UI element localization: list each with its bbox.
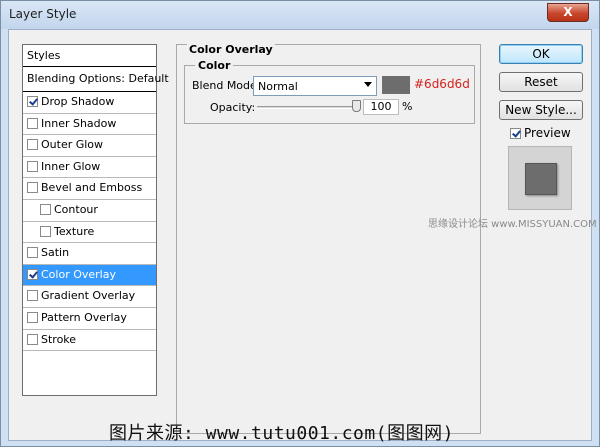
style-item-label: Color Overlay bbox=[41, 267, 116, 281]
opacity-slider-thumb[interactable] bbox=[352, 100, 361, 112]
style-checkbox[interactable] bbox=[27, 247, 38, 259]
style-checkbox[interactable] bbox=[27, 333, 38, 345]
style-item[interactable]: Pattern Overlay bbox=[23, 308, 156, 330]
title-bar[interactable]: Layer Style X bbox=[1, 1, 599, 29]
preview-checkbox-row[interactable]: Preview bbox=[510, 126, 571, 140]
style-checkbox[interactable] bbox=[27, 268, 38, 280]
styles-list: Styles Blending Options: Default Drop Sha… bbox=[22, 44, 169, 396]
style-item[interactable]: Inner Shadow bbox=[23, 114, 156, 136]
style-item-label: Drop Shadow bbox=[41, 95, 115, 108]
new-style-button[interactable]: New Style... bbox=[499, 100, 583, 120]
chevron-down-icon bbox=[364, 82, 372, 87]
style-checkbox[interactable] bbox=[27, 290, 38, 302]
style-item-label: Blending Options: Default bbox=[27, 72, 169, 85]
style-item[interactable]: Satin bbox=[23, 243, 156, 265]
style-item[interactable]: Stroke bbox=[23, 330, 156, 352]
style-item[interactable]: Blending Options: Default bbox=[23, 67, 169, 92]
opacity-slider-track[interactable] bbox=[257, 106, 361, 109]
style-item-label: Inner Glow bbox=[41, 159, 101, 173]
style-item[interactable]: Inner Glow bbox=[23, 157, 156, 179]
layer-style-dialog: Layer Style X Styles Blending Options: D… bbox=[0, 0, 600, 447]
ok-button[interactable]: OK bbox=[499, 44, 583, 64]
style-item-label: Outer Glow bbox=[41, 138, 104, 152]
style-item-label: Gradient Overlay bbox=[41, 289, 136, 303]
watermark-top: 思缘设计论坛 www.MISSYUAN.COM bbox=[428, 219, 597, 230]
opacity-unit: % bbox=[402, 100, 413, 113]
close-button[interactable]: X bbox=[547, 3, 589, 22]
style-checkbox[interactable] bbox=[40, 203, 51, 215]
watermark-bottom: 图片来源: www.tutu001.com(图图网) bbox=[109, 423, 454, 444]
style-item[interactable]: Bevel and Emboss bbox=[23, 178, 156, 200]
style-item[interactable]: Contour bbox=[23, 200, 156, 222]
group-title: Color bbox=[195, 59, 234, 72]
dialog-client-area: Styles Blending Options: Default Drop Sha… bbox=[8, 29, 592, 441]
preview-label: Preview bbox=[524, 126, 571, 140]
style-checkbox[interactable] bbox=[27, 139, 38, 151]
style-checkbox[interactable] bbox=[27, 311, 38, 323]
style-checkbox[interactable] bbox=[27, 160, 38, 172]
style-item-label: Pattern Overlay bbox=[41, 310, 127, 324]
color-swatch[interactable] bbox=[382, 76, 410, 94]
style-item[interactable]: Outer Glow bbox=[23, 135, 156, 157]
style-item-label: Inner Shadow bbox=[41, 116, 117, 130]
swatch-hex-label: #6d6d6d bbox=[414, 77, 470, 91]
style-item-label: Bevel and Emboss bbox=[41, 181, 143, 195]
style-item[interactable]: Drop Shadow bbox=[23, 92, 156, 114]
style-checkbox[interactable] bbox=[27, 117, 38, 129]
reset-button[interactable]: Reset bbox=[499, 72, 583, 92]
preview-shape bbox=[525, 163, 557, 195]
style-checkbox[interactable] bbox=[27, 182, 38, 194]
style-item-label: Texture bbox=[54, 224, 95, 238]
style-item[interactable]: Color Overlay bbox=[23, 264, 156, 287]
blend-mode-value: Normal bbox=[258, 80, 298, 93]
style-item-label: Contour bbox=[54, 202, 98, 216]
window-title: Layer Style bbox=[9, 7, 77, 21]
style-item[interactable]: Gradient Overlay bbox=[23, 286, 156, 308]
style-item-label: Stroke bbox=[41, 332, 77, 346]
blend-mode-select[interactable]: Normal bbox=[253, 76, 377, 96]
style-item[interactable]: Texture bbox=[23, 222, 156, 244]
style-checkbox[interactable] bbox=[40, 225, 51, 237]
style-checkbox[interactable] bbox=[27, 96, 38, 107]
preview-checkbox[interactable] bbox=[510, 128, 521, 139]
styles-header: Styles bbox=[23, 45, 156, 67]
panel-title: Color Overlay bbox=[187, 43, 275, 56]
opacity-input[interactable]: 100 bbox=[363, 99, 399, 115]
style-item-label: Satin bbox=[41, 246, 70, 260]
preview-thumbnail bbox=[508, 146, 572, 210]
blend-mode-label: Blend Mode: bbox=[192, 79, 261, 92]
opacity-label: Opacity: bbox=[210, 101, 256, 114]
style-rows: Blending Options: Default Drop Shadow Inne… bbox=[23, 67, 169, 352]
